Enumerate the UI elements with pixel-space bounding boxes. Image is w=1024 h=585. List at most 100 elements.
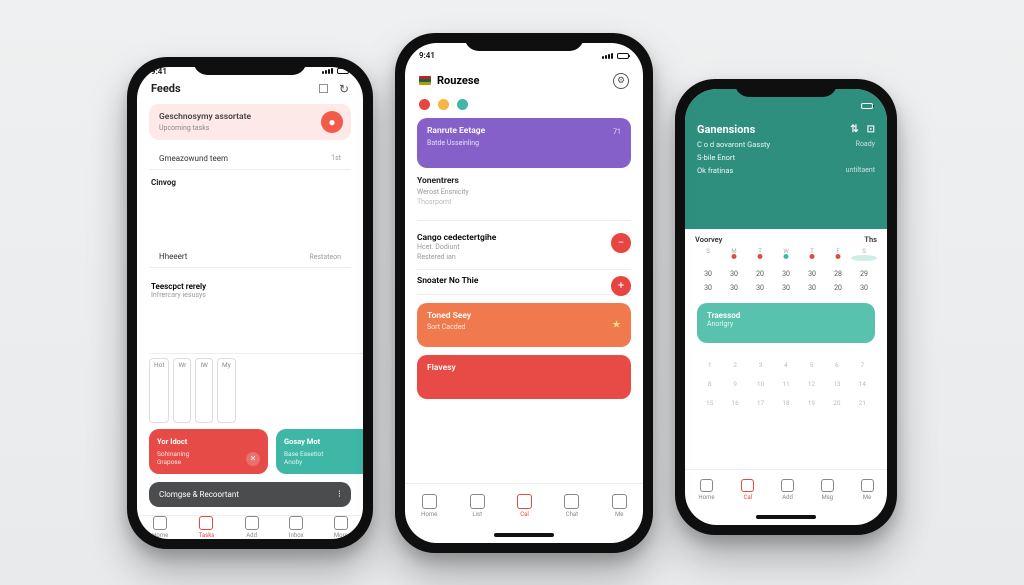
calendar-day[interactable]: 30	[773, 267, 799, 281]
dot-yellow	[438, 99, 449, 110]
calendar-day[interactable]: 29	[851, 267, 877, 281]
mini-cell[interactable]: 21	[850, 395, 875, 411]
chip[interactable]: Hot	[149, 358, 169, 423]
nav-add[interactable]: Add	[245, 516, 259, 539]
mini-cell[interactable]: 1	[697, 357, 722, 373]
mini-cell[interactable]: 9	[722, 376, 747, 392]
list-item[interactable]: Gmeazowund teem 1st	[149, 148, 351, 170]
hero-action-icon[interactable]: ●	[321, 111, 343, 133]
settings-icon[interactable]: ⚙	[613, 73, 629, 89]
mini-cell[interactable]: 12	[799, 376, 824, 392]
chip[interactable]: Wr	[173, 358, 191, 423]
sort-icon[interactable]: ⇅	[850, 124, 858, 135]
calendar-grid: VoorveyThs SMTWTFS 30302030302829 303030…	[685, 229, 887, 299]
red-card[interactable]: Flavesy	[417, 355, 631, 399]
options-icon[interactable]: ⊡	[867, 124, 875, 135]
card-red[interactable]: Yor Idoct Sohinaning Grapose ✕	[149, 429, 268, 474]
calendar-day[interactable]: 30	[721, 281, 747, 295]
plus-icon	[781, 479, 794, 492]
task-block[interactable]: Teescpct rerely Infrercary iesusys	[149, 274, 363, 354]
home-icon	[700, 479, 713, 492]
card-action-icon[interactable]: ✕	[246, 452, 260, 466]
chip[interactable]: My	[217, 358, 236, 423]
list-item[interactable]: Cango cedectertgihe Hcet. Dodiunt Rester…	[417, 227, 631, 270]
phone-rouzese: 9:41 Rouzese ⚙ Ranrute Eetage 71 Batde U…	[395, 33, 653, 553]
mini-cell[interactable]: 6	[824, 357, 849, 373]
mini-cell[interactable]: 13	[824, 376, 849, 392]
nav-me[interactable]: Me	[612, 494, 627, 518]
mini-cell[interactable]: 15	[697, 395, 722, 411]
chip-row: Hot Wr IW My	[149, 358, 363, 423]
calendar-day[interactable]: 20	[747, 267, 773, 281]
mini-cell[interactable]: 19	[799, 395, 824, 411]
chip[interactable]: IW	[195, 358, 213, 423]
nav-home[interactable]: Home	[152, 516, 168, 539]
calendar-day[interactable]: 30	[773, 281, 799, 295]
inbox-icon	[289, 516, 303, 530]
mini-cell[interactable]: 16	[722, 395, 747, 411]
dark-banner[interactable]: Clomgse & Recoortant ⁝	[149, 482, 351, 507]
nav-inbox[interactable]: Inbox	[289, 516, 304, 539]
list-item[interactable]: Snoater No Thie +	[417, 270, 631, 295]
summary-row[interactable]: C o d aovaront GasstyRoady	[685, 138, 887, 151]
nav-msg[interactable]: Msg	[821, 479, 834, 501]
home-icon	[153, 516, 167, 530]
mini-cell[interactable]: 20	[824, 395, 849, 411]
section-header: Cinvog	[151, 178, 363, 243]
mini-cell[interactable]: 10	[748, 376, 773, 392]
calendar-day[interactable]: 30	[695, 281, 721, 295]
calendar-day[interactable]: 30	[799, 281, 825, 295]
card-teal[interactable]: Gosay Mot Base Essetiot Anoby ⋯	[276, 429, 363, 474]
home-icon	[422, 494, 437, 509]
nav-cal[interactable]: Cal	[517, 494, 532, 518]
calendar-day[interactable]: 30	[747, 281, 773, 295]
add-icon[interactable]: +	[611, 276, 631, 296]
orange-card[interactable]: Toned Seey Sort Cacded ★	[417, 303, 631, 347]
calendar-header: Ganensions ⇅⊡ C o d aovaront GasstyRoady…	[685, 89, 887, 229]
mini-cell[interactable]: 11	[773, 376, 798, 392]
mini-cell[interactable]: 8	[697, 376, 722, 392]
mini-cell[interactable]: 7	[850, 357, 875, 373]
mini-cell[interactable]: 3	[748, 357, 773, 373]
user-icon	[612, 494, 627, 509]
mini-cell[interactable]: 4	[773, 357, 798, 373]
status-dots	[419, 99, 629, 110]
calendar-day[interactable]: 30	[695, 267, 721, 281]
summary-row[interactable]: Ok fratinasuntiltaent	[685, 164, 887, 177]
list-icon	[199, 516, 213, 530]
nav-add[interactable]: Add	[781, 479, 794, 501]
refresh-icon[interactable]: ↻	[339, 82, 349, 96]
list-icon	[470, 494, 485, 509]
mini-cell[interactable]: 17	[748, 395, 773, 411]
summary-row[interactable]: S-bile Enort	[685, 151, 887, 164]
event-card[interactable]: Traessod Anorlgry	[697, 303, 875, 343]
bookmark-icon[interactable]: ☐	[318, 82, 329, 96]
mini-cell[interactable]: 5	[799, 357, 824, 373]
nav-list[interactable]: List	[470, 494, 485, 518]
nav-home[interactable]: Home	[421, 494, 437, 518]
nav-more[interactable]: More	[334, 516, 348, 539]
dot-red	[419, 99, 430, 110]
list-item[interactable]: Hheeert Restateon	[149, 246, 351, 268]
calendar-day[interactable]: 30	[799, 267, 825, 281]
calendar-day[interactable]: 30	[851, 281, 877, 295]
message-icon	[821, 479, 834, 492]
nav-me[interactable]: Me	[861, 479, 874, 501]
nav-tasks[interactable]: Tasks	[199, 516, 215, 539]
nav-cal[interactable]: Cal	[741, 479, 754, 501]
calendar-day[interactable]: 30	[721, 267, 747, 281]
section-block: Yonentrers Werost Ensnicity Thosrpomt	[417, 176, 631, 206]
page-title: Feeds	[151, 82, 181, 95]
calendar-day[interactable]: 28	[825, 267, 851, 281]
mini-cell[interactable]: 14	[850, 376, 875, 392]
month-label: Voorvey	[695, 235, 722, 244]
delete-icon[interactable]: −	[611, 233, 631, 253]
calendar-day[interactable]: 20	[825, 281, 851, 295]
hero-card[interactable]: Geschnosymy assortate Upcoming tasks ●	[149, 104, 351, 140]
mini-cell[interactable]: 18	[773, 395, 798, 411]
nav-home[interactable]: Home	[698, 479, 714, 501]
featured-card[interactable]: Ranrute Eetage 71 Batde Usseinling	[417, 118, 631, 168]
mini-cell[interactable]: 2	[722, 357, 747, 373]
nav-chat[interactable]: Chat	[564, 494, 579, 518]
user-icon	[861, 479, 874, 492]
